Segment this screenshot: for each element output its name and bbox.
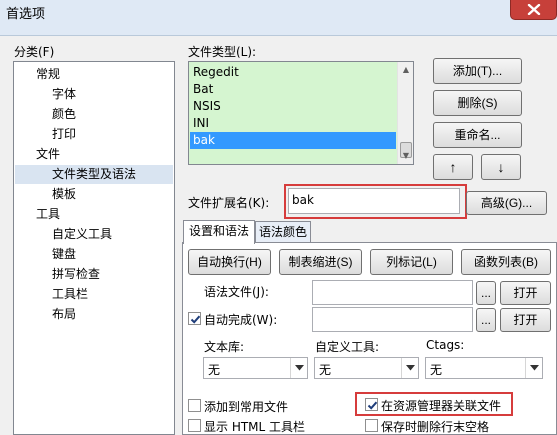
advanced-button[interactable]: 高级(G)... — [466, 191, 547, 215]
chevron-down-icon[interactable] — [401, 358, 418, 378]
ctags-select[interactable]: 无 — [425, 357, 543, 379]
auto-complete-open-button[interactable]: 打开 — [500, 308, 551, 332]
file-type-item[interactable]: INI — [190, 115, 396, 132]
custom-tool-select[interactable]: 无 — [314, 357, 419, 379]
move-up-button[interactable]: ↑ — [433, 154, 473, 180]
chevron-down-icon[interactable] — [525, 358, 542, 378]
show-html-toolbar-checkbox[interactable] — [188, 419, 201, 432]
tab-settings-syntax[interactable]: 设置和语法 — [183, 220, 255, 244]
tree-item-general[interactable]: 常规 — [36, 65, 60, 84]
tree-item-templates[interactable]: 模板 — [52, 185, 76, 204]
window-title: 首选项 — [6, 7, 46, 22]
add-to-recent-checkbox[interactable] — [188, 399, 201, 412]
tree-item-font[interactable]: 字体 — [52, 85, 76, 104]
file-type-item[interactable]: NSIS — [190, 98, 396, 115]
tree-item-keyboard[interactable]: 键盘 — [52, 245, 76, 264]
extension-input[interactable]: bak — [288, 188, 460, 214]
tree-item-color[interactable]: 颜色 — [52, 105, 76, 124]
auto-complete-input[interactable] — [312, 307, 473, 332]
trim-trailing-checkbox[interactable] — [365, 419, 378, 432]
file-types-list[interactable]: Regedit Bat NSIS INI bak ▲ ▼ — [188, 61, 414, 165]
close-button[interactable] — [510, 0, 557, 20]
chevron-down-icon[interactable] — [290, 358, 307, 378]
file-type-item-selected[interactable]: bak — [190, 132, 396, 149]
auto-complete-label: 自动完成(W): — [204, 313, 278, 327]
file-type-item[interactable]: Bat — [190, 81, 396, 98]
syntax-file-browse-button[interactable]: ... — [476, 281, 496, 305]
close-icon — [527, 4, 541, 15]
syntax-file-open-button[interactable]: 打开 — [500, 281, 551, 305]
tree-item-spellcheck[interactable]: 拼写检查 — [52, 265, 100, 284]
tree-item-toolbar[interactable]: 工具栏 — [52, 285, 88, 304]
explorer-assoc-checkbox[interactable] — [365, 398, 378, 411]
ctags-label: Ctags: — [426, 338, 465, 352]
column-marker-button[interactable]: 列标记(L) — [370, 249, 453, 275]
rename-button[interactable]: 重命名... — [433, 122, 522, 148]
add-button[interactable]: 添加(T)... — [433, 58, 522, 84]
title-bar: 首选项 — [0, 0, 557, 36]
list-scrollbar[interactable]: ▲ ▼ — [397, 62, 413, 164]
function-list-button[interactable]: 函数列表(B) — [461, 249, 551, 275]
category-label: 分类(F) — [14, 45, 55, 59]
custom-tool-label: 自定义工具: — [315, 340, 380, 354]
tree-item-file[interactable]: 文件 — [36, 145, 60, 164]
checkmark-icon — [367, 401, 378, 410]
auto-wrap-button[interactable]: 自动换行(H) — [188, 249, 271, 275]
tree-item-tools[interactable]: 工具 — [36, 205, 60, 224]
tree-item-custom-tools[interactable]: 自定义工具 — [52, 225, 112, 244]
tree-item-print[interactable]: 打印 — [52, 125, 76, 144]
syntax-file-label: 语法文件(J): — [204, 285, 269, 299]
syntax-file-input[interactable] — [312, 280, 473, 305]
delete-button[interactable]: 删除(S) — [433, 90, 522, 116]
auto-complete-checkbox[interactable] — [188, 312, 201, 325]
library-select[interactable]: 无 — [203, 357, 308, 379]
tree-item-file-types[interactable]: 文件类型及语法 — [15, 165, 173, 184]
extension-value: bak — [292, 193, 314, 207]
add-to-recent-label: 添加到常用文件 — [204, 400, 289, 414]
explorer-assoc-label: 在资源管理器关联文件 — [381, 399, 502, 413]
file-type-item[interactable]: Regedit — [190, 64, 396, 81]
library-label: 文本库: — [204, 340, 245, 354]
checkmark-icon — [190, 315, 201, 324]
category-tree[interactable]: 常规 字体 颜色 打印 文件 文件类型及语法 模板 工具 自定义工具 键盘 拼写… — [13, 61, 175, 435]
file-types-label: 文件类型(L): — [188, 45, 257, 59]
extension-label: 文件扩展名(K): — [188, 196, 270, 210]
auto-complete-browse-button[interactable]: ... — [476, 308, 496, 332]
tab-indent-button[interactable]: 制表缩进(S) — [279, 249, 362, 275]
show-html-toolbar-label: 显示 HTML 工具栏 — [204, 420, 306, 434]
scroll-up-icon[interactable]: ▲ — [398, 62, 413, 78]
trim-trailing-label: 保存时删除行末空格 — [381, 420, 490, 434]
move-down-button[interactable]: ↓ — [481, 154, 521, 180]
tree-item-layout[interactable]: 布局 — [52, 305, 76, 324]
tab-syntax-color[interactable]: 语法颜色 — [255, 221, 311, 242]
scroll-down-icon[interactable]: ▼ — [398, 148, 413, 164]
